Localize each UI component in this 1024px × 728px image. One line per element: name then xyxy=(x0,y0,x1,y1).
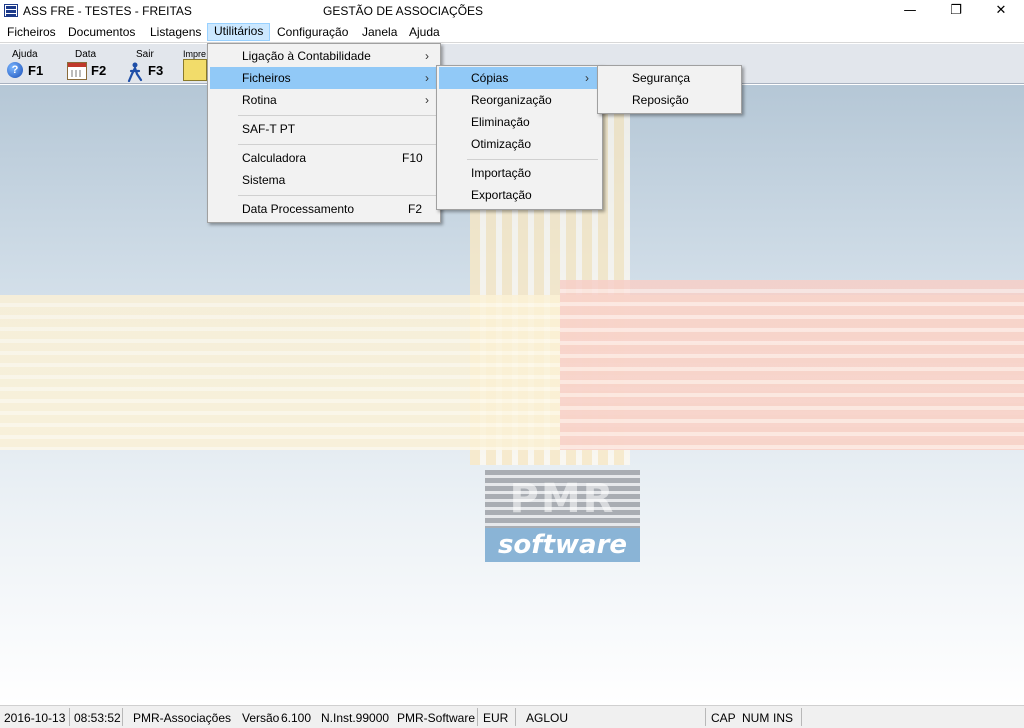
menu-separator xyxy=(238,195,436,196)
menu-item-otimizacao[interactable]: Otimização xyxy=(439,133,600,155)
date-label: Data xyxy=(75,49,97,60)
menu-item-label: Exportação xyxy=(471,188,532,202)
status-bar: 2016-10-13 08:53:52 PMR-Associações Vers… xyxy=(0,705,1024,728)
status-currency: EUR xyxy=(483,711,509,725)
status-version-label: Versão xyxy=(242,711,280,725)
menu-item-eliminacao[interactable]: Eliminação xyxy=(439,111,600,133)
copias-submenu: Segurança Reposição xyxy=(597,65,742,114)
status-module: PMR-Associações xyxy=(133,711,232,725)
submenu-arrow-icon: › xyxy=(425,49,429,63)
status-user: AGLOU xyxy=(526,711,569,725)
printer-icon xyxy=(183,59,207,81)
help-button[interactable]: Ajuda ? F1 xyxy=(4,46,58,82)
menu-janela[interactable]: Janela xyxy=(356,24,403,42)
menu-item-exportacao[interactable]: Exportação xyxy=(439,184,600,206)
title-bar: ASS FRE - TESTES - FREITAS GESTÃO DE ASS… xyxy=(0,0,1024,22)
menu-item-importacao[interactable]: Importação xyxy=(439,162,600,184)
menu-item-reorganizacao[interactable]: Reorganização xyxy=(439,89,600,111)
menu-item-label: Otimização xyxy=(471,137,532,151)
menu-listagens[interactable]: Listagens xyxy=(144,24,207,42)
exit-button[interactable]: Sair F3 xyxy=(124,46,178,82)
menu-utilitarios[interactable]: Utilitários xyxy=(207,23,271,41)
app-icon[interactable] xyxy=(4,4,18,17)
status-vendor: PMR-Software xyxy=(397,711,476,725)
help-icon: ? xyxy=(7,62,23,78)
date-button[interactable]: Data F2 xyxy=(64,46,118,82)
menu-item-reposicao[interactable]: Reposição xyxy=(600,89,739,111)
calendar-icon xyxy=(67,62,87,80)
logo-pmr-text: PMR xyxy=(485,470,640,528)
menu-item-label: Ficheiros xyxy=(242,71,291,85)
status-cap: CAP xyxy=(711,711,736,725)
logo-software-text: software xyxy=(485,528,640,562)
menu-separator xyxy=(238,144,436,145)
menu-item-label: Eliminação xyxy=(471,115,530,129)
utilitarios-menu: Ligação à Contabilidade › Ficheiros › Ro… xyxy=(207,43,441,223)
status-divider xyxy=(122,708,123,726)
help-key: F1 xyxy=(28,63,44,78)
menu-documentos[interactable]: Documentos xyxy=(62,24,141,42)
status-version: 6.100 xyxy=(281,711,312,725)
print-label: Impre xyxy=(183,49,207,59)
pmr-software-logo: PMR software xyxy=(485,470,640,562)
status-install: N.Inst.99000 xyxy=(321,711,390,725)
menu-separator xyxy=(238,115,436,116)
menu-item-shortcut: F10 xyxy=(402,151,423,165)
status-divider xyxy=(801,708,802,726)
menu-item-saft-pt[interactable]: SAF-T PT xyxy=(210,118,438,140)
menu-item-label: Importação xyxy=(471,166,532,180)
ficheiros-submenu: Cópias › Reorganização Eliminação Otimiz… xyxy=(436,65,603,210)
close-button[interactable]: ✕ xyxy=(978,0,1024,22)
exit-label: Sair xyxy=(136,49,154,60)
menu-item-ficheiros[interactable]: Ficheiros › xyxy=(210,67,438,89)
status-divider xyxy=(515,708,516,726)
menu-item-label: Data Processamento xyxy=(242,202,355,216)
app-title: GESTÃO DE ASSOCIAÇÕES xyxy=(323,4,484,18)
menu-item-label: Reorganização xyxy=(471,93,552,107)
background-stripes-pink xyxy=(560,280,1024,450)
menu-item-label: Segurança xyxy=(632,71,691,85)
menu-bar: Ficheiros Documentos Listagens Utilitári… xyxy=(0,22,1024,43)
exit-icon xyxy=(127,62,143,82)
status-ins: INS xyxy=(773,711,794,725)
menu-configuracao[interactable]: Configuração xyxy=(271,24,354,42)
help-label: Ajuda xyxy=(12,49,38,60)
menu-item-sistema[interactable]: Sistema xyxy=(210,169,438,191)
menu-separator xyxy=(467,159,598,160)
restore-button[interactable]: ❐ xyxy=(933,0,979,22)
menu-item-copias[interactable]: Cópias › xyxy=(439,67,600,89)
menu-ajuda[interactable]: Ajuda xyxy=(403,24,446,42)
menu-item-ligacao-contabilidade[interactable]: Ligação à Contabilidade › xyxy=(210,45,438,67)
menu-item-label: Cópias xyxy=(471,71,509,85)
status-divider xyxy=(705,708,706,726)
minimize-button[interactable]: — xyxy=(887,0,933,22)
menu-item-label: Calculadora xyxy=(242,151,307,165)
menu-item-label: Reposição xyxy=(632,93,689,107)
status-time: 08:53:52 xyxy=(74,711,121,725)
status-num: NUM xyxy=(742,711,770,725)
window-title: ASS FRE - TESTES - FREITAS xyxy=(23,4,192,18)
status-divider xyxy=(477,708,478,726)
menu-item-shortcut: F2 xyxy=(408,202,423,216)
submenu-arrow-icon: › xyxy=(425,71,429,85)
submenu-arrow-icon: › xyxy=(425,93,429,107)
menu-item-rotina[interactable]: Rotina › xyxy=(210,89,438,111)
menu-item-calculadora[interactable]: Calculadora F10 xyxy=(210,147,438,169)
status-date: 2016-10-13 xyxy=(4,711,66,725)
menu-item-label: Rotina xyxy=(242,93,277,107)
menu-item-data-processamento[interactable]: Data Processamento F2 xyxy=(210,198,438,220)
exit-key: F3 xyxy=(148,63,164,78)
date-key: F2 xyxy=(91,63,107,78)
submenu-arrow-icon: › xyxy=(585,71,589,85)
menu-item-label: Sistema xyxy=(242,173,286,187)
menu-item-label: Ligação à Contabilidade xyxy=(242,49,371,63)
status-divider xyxy=(69,708,70,726)
menu-ficheiros[interactable]: Ficheiros xyxy=(1,24,62,42)
menu-item-label: SAF-T PT xyxy=(242,122,296,136)
menu-item-seguranca[interactable]: Segurança xyxy=(600,67,739,89)
